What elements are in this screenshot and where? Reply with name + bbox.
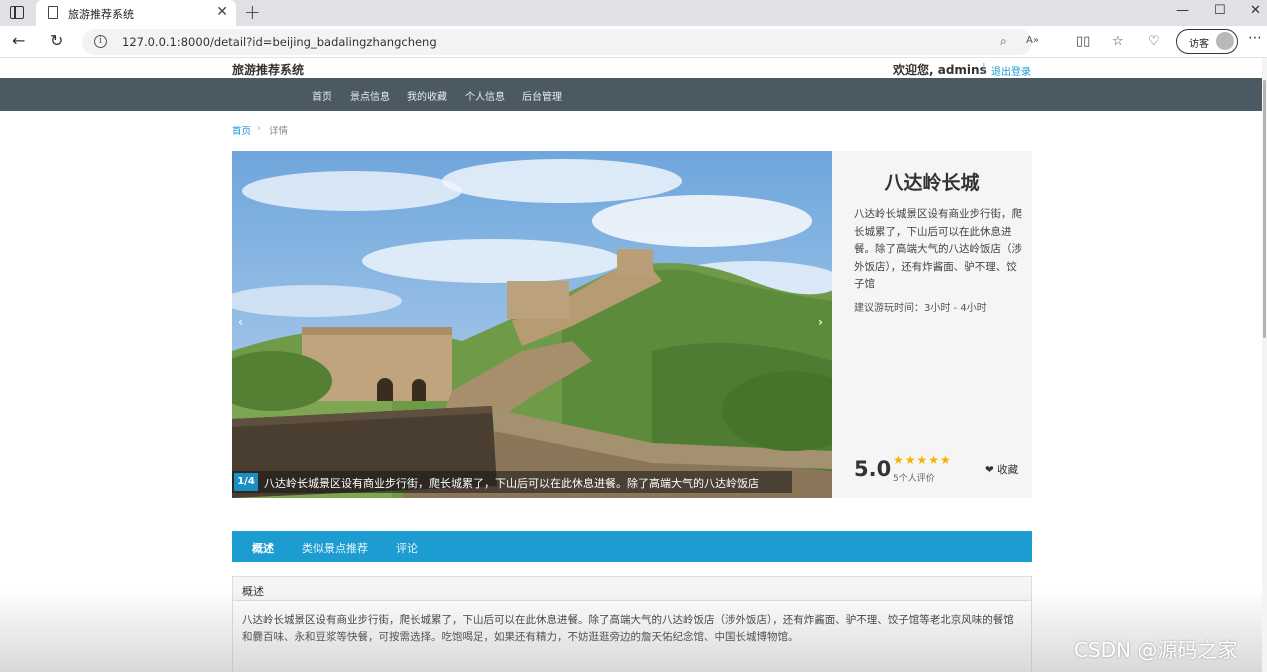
overview-title: 概述 — [242, 585, 264, 598]
tab-similar[interactable]: 类似景点推荐 — [302, 540, 368, 556]
scrollbar-thumb[interactable] — [1263, 80, 1266, 338]
great-wall-photo — [232, 151, 832, 498]
nav-item-profile[interactable]: 个人信息 — [465, 88, 505, 103]
breadcrumb-home[interactable]: 首页 — [232, 123, 251, 137]
attraction-info-panel: 八达岭长城 八达岭长城景区设有商业步行街，爬长城累了，下山后可以在此休息进餐。除… — [832, 151, 1032, 498]
address-bar-row: ← ↻ i 127.0.0.1:8000/detail?id=beijing_b… — [0, 26, 1267, 58]
image-carousel[interactable]: ‹ › 1/4 八达岭长城景区设有商业步行街，爬长城累了，下山后可以在此休息进餐… — [232, 151, 832, 498]
breadcrumb-current: 详情 — [269, 126, 289, 137]
star-rating-icon: ★★★★★ — [893, 453, 952, 467]
favorite-button[interactable]: ❤ 收藏 — [985, 462, 1018, 477]
site-name: 旅游推荐系统 — [232, 63, 305, 77]
rating-count: 5个人评价 — [893, 474, 935, 484]
nav-item-admin[interactable]: 后台管理 — [522, 88, 562, 103]
header-separator: | — [982, 61, 986, 74]
url-field[interactable]: i 127.0.0.1:8000/detail?id=beijing_badal… — [82, 29, 1039, 55]
tab-comments[interactable]: 评论 — [396, 540, 418, 556]
tab-actions-icon[interactable] — [10, 6, 24, 19]
split-screen-icon[interactable]: ▯▯ — [1076, 35, 1090, 49]
browser-tab[interactable]: 旅游推荐系统 ✕ — [36, 0, 236, 26]
overview-panel: 概述 八达岭长城景区设有商业步行街，爬长城累了，下山后可以在此休息进餐。除了高端… — [232, 576, 1032, 672]
new-tab-icon[interactable]: + — [244, 1, 261, 23]
profile-label: 访客 — [1189, 39, 1209, 50]
suggested-time: 建议游玩时间：3小时 - 4小时 — [854, 303, 987, 314]
reload-icon[interactable]: ↻ — [50, 32, 63, 50]
nav-item-attractions[interactable]: 景点信息 — [350, 88, 390, 103]
detail-tabs: 概述 类似景点推荐 评论 — [232, 531, 1032, 562]
maximize-icon[interactable]: ☐ — [1214, 3, 1226, 18]
watermark: CSDN @源码之家 — [1074, 638, 1238, 662]
avatar — [1216, 32, 1234, 50]
welcome-text: 欢迎您, admins — [893, 63, 987, 77]
page-content: 旅游推荐系统 欢迎您, admins | 退出登录 首页 景点信息 我的收藏 个… — [0, 58, 1267, 672]
attraction-description: 八达岭长城景区设有商业步行街，爬长城累了，下山后可以在此休息进餐。除了高端大气的… — [854, 208, 1022, 290]
browser-essentials-icon[interactable]: ♡ — [1148, 35, 1160, 49]
minimize-icon[interactable]: — — [1176, 3, 1189, 18]
back-icon[interactable]: ← — [12, 32, 25, 50]
carousel-caption: 1/4 八达岭长城景区设有商业步行街，爬长城累了，下山后可以在此休息进餐。除了高… — [232, 471, 792, 493]
main-navbar: 首页 景点信息 我的收藏 个人信息 后台管理 — [0, 78, 1267, 111]
site-info-icon[interactable]: i — [94, 35, 107, 48]
overview-panel-header: 概述 — [233, 577, 1031, 601]
overview-body: 八达岭长城景区设有商业步行街，爬长城累了，下山后可以在此休息进餐。除了高端大气的… — [242, 614, 1014, 643]
page-scrollbar[interactable] — [1262, 58, 1267, 672]
nav-item-favorites[interactable]: 我的收藏 — [407, 88, 447, 103]
page-icon — [48, 6, 58, 19]
carousel-prev-icon[interactable]: ‹ — [238, 315, 243, 329]
tab-close-icon[interactable]: ✕ — [216, 4, 228, 20]
zoom-icon[interactable]: ⌕ — [1000, 34, 1007, 49]
attraction-title: 八达岭长城 — [884, 172, 980, 194]
more-icon[interactable]: ⋯ — [1248, 30, 1262, 46]
profile-button[interactable]: 访客 — [1176, 29, 1238, 54]
tab-title: 旅游推荐系统 — [68, 8, 134, 21]
slide-indicator: 1/4 — [234, 473, 258, 491]
url-text[interactable]: 127.0.0.1:8000/detail?id=beijing_badalin… — [122, 35, 437, 49]
tab-overview[interactable]: 概述 — [252, 540, 274, 556]
nav-item-home[interactable]: 首页 — [312, 88, 332, 103]
read-aloud-icon[interactable]: A» — [1026, 35, 1039, 46]
favorites-icon[interactable]: ☆ — [1112, 35, 1124, 49]
caption-text: 八达岭长城景区设有商业步行街，爬长城累了，下山后可以在此休息进餐。除了高端大气的… — [264, 477, 759, 490]
close-window-icon[interactable]: ✕ — [1250, 3, 1261, 18]
logout-link[interactable]: 退出登录 — [991, 63, 1031, 78]
rating-score: 5.0 — [854, 457, 892, 481]
breadcrumb-separator: › — [257, 123, 261, 134]
browser-tab-strip: 旅游推荐系统 ✕ + — ☐ ✕ — [0, 0, 1267, 26]
carousel-next-icon[interactable]: › — [818, 315, 823, 329]
